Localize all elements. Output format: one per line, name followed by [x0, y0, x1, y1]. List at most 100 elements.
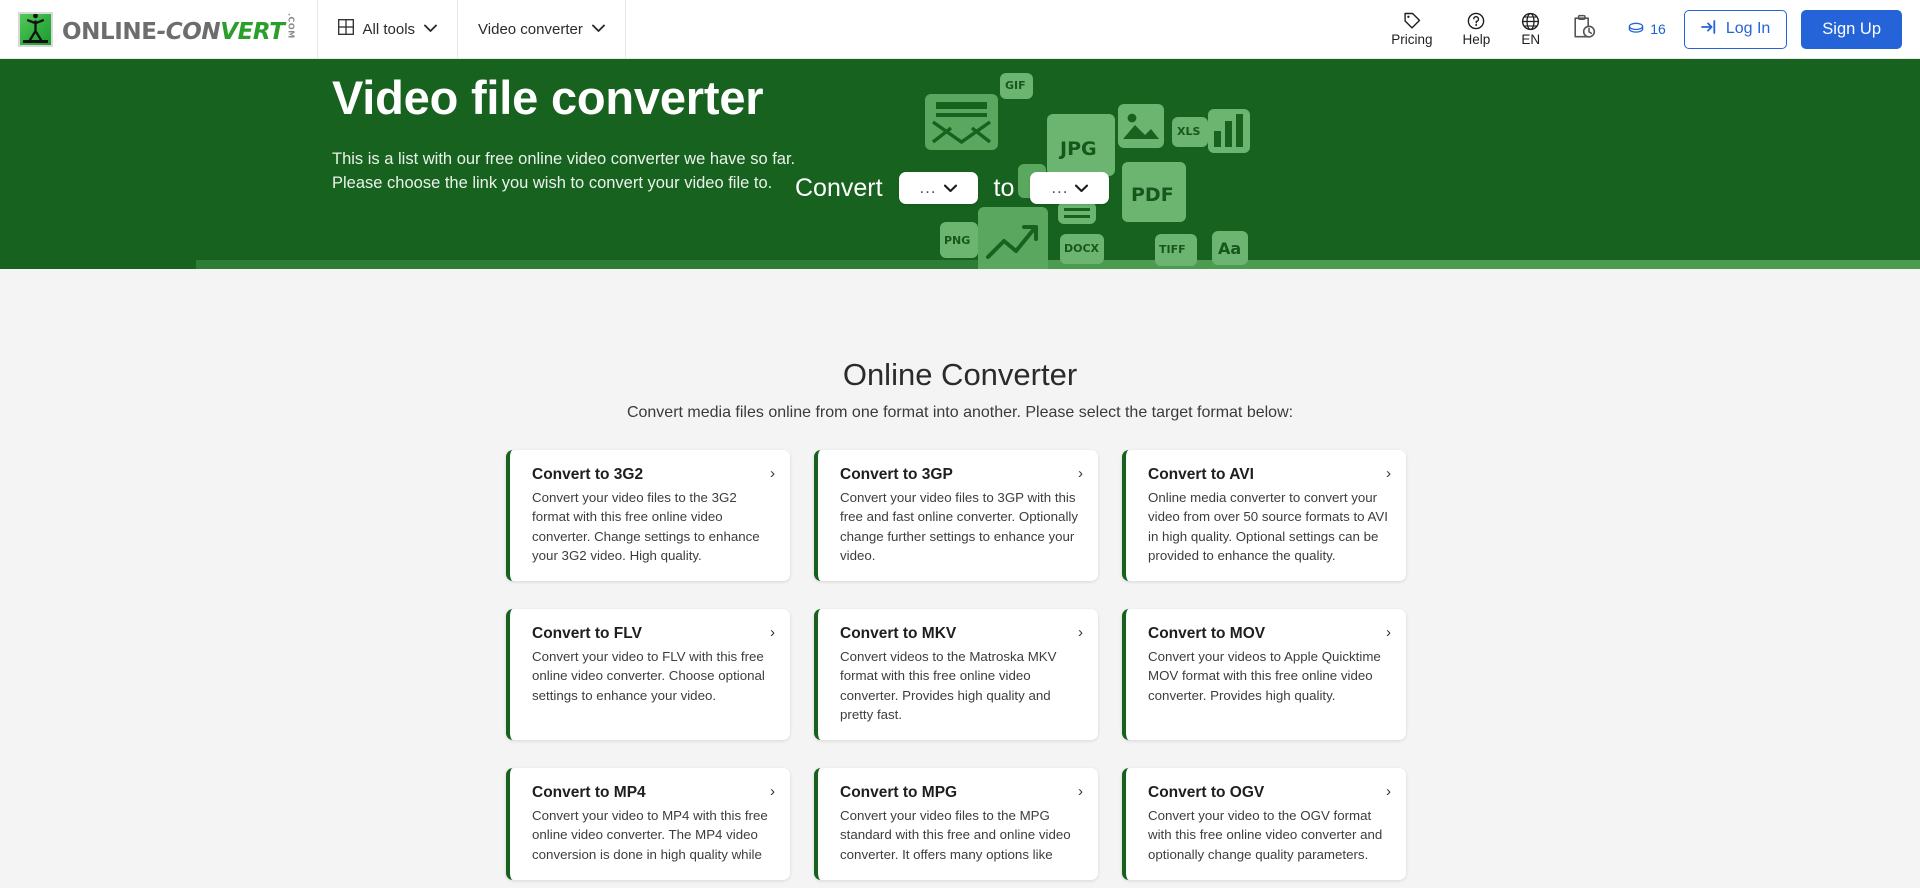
converter-card-title: Convert to MPG [840, 784, 958, 802]
coin-icon [1628, 21, 1644, 37]
logo-mark-icon [18, 11, 53, 47]
globe-icon [1521, 12, 1540, 31]
site-logo[interactable]: ONLINE - CON V ERT .COM [0, 0, 317, 58]
to-label: to [993, 173, 1015, 202]
logo-text-dash: - [156, 18, 167, 45]
convert-selector-row: Convert ... to ... [795, 172, 1110, 204]
header-actions: Pricing Help EN 16 Log In Sign Up [1376, 0, 1920, 58]
help-label: Help [1462, 31, 1491, 47]
aa-label: Aa [1218, 239, 1242, 258]
hero-title: Video file converter [332, 71, 764, 124]
converter-card[interactable]: Convert to MP4 Convert your video to MP4 … [506, 768, 790, 881]
converter-card-description: Convert your videos to Apple Quicktime M… [1148, 649, 1381, 703]
history-button[interactable] [1556, 0, 1612, 59]
tiff-file-icon: TIFF [1155, 234, 1197, 266]
converter-card-description: Convert your video to the OGV format wit… [1148, 808, 1383, 862]
nav-video-converter[interactable]: Video converter [458, 0, 625, 58]
converter-card-description: Convert your video files to the 3G2 form… [532, 490, 760, 563]
converter-card-title: Convert to MOV [1148, 625, 1266, 643]
credits-indicator[interactable]: 16 [1612, 21, 1680, 37]
login-label: Log In [1725, 20, 1771, 37]
converter-card-description: Online media converter to convert your v… [1148, 490, 1388, 563]
login-button[interactable]: Log In [1683, 9, 1788, 49]
logo-text-con: CON [165, 18, 221, 45]
png-label: PNG [944, 234, 971, 247]
hero-banner: GIF JPG XLS PDF PNG DOCX TIFF Aa Video f… [0, 59, 1920, 269]
trend-chart-icon [978, 207, 1048, 269]
convert-label: Convert [795, 173, 883, 202]
png-file-icon: PNG [940, 222, 978, 258]
pricing-button[interactable]: Pricing [1376, 0, 1447, 59]
logo-wordmark: ONLINE - CON V ERT .COM [62, 13, 296, 45]
converter-card[interactable]: Convert to FLV Convert your video to FLV … [506, 609, 790, 741]
chevron-right-icon: › [770, 624, 775, 642]
nav-video-converter-label: Video converter [478, 20, 583, 38]
question-circle-icon [1467, 12, 1485, 31]
converter-card[interactable]: Convert to MKV Convert videos to the Matr… [814, 609, 1098, 741]
chevron-right-icon: › [1386, 624, 1391, 642]
chevron-down-icon [424, 22, 437, 36]
credits-count: 16 [1650, 21, 1666, 37]
converter-card-description: Convert your video to MP4 with this free… [532, 808, 768, 862]
hero-subtitle-line2: Please choose the link you wish to conve… [332, 174, 773, 193]
login-arrow-icon [1700, 19, 1718, 40]
chevron-right-icon: › [1078, 624, 1083, 642]
logo-text-ert: ERT [237, 18, 285, 45]
converter-card-title: Convert to OGV [1148, 784, 1265, 802]
converter-card[interactable]: Convert to 3GP Convert your video files t… [814, 450, 1098, 582]
help-button[interactable]: Help [1447, 0, 1505, 59]
chevron-right-icon: › [1386, 465, 1391, 482]
converter-card[interactable]: Convert to 3G2 Convert your video files t… [506, 450, 790, 582]
target-format-value: ... [1051, 177, 1069, 197]
converter-card-description: Convert your video to FLV with this free… [532, 649, 765, 703]
chevron-down-icon [591, 22, 605, 36]
clipboard-clock-icon [1572, 14, 1596, 45]
converter-card[interactable]: Convert to OGV Convert your video to the … [1122, 768, 1406, 881]
chevron-right-icon: › [770, 465, 775, 482]
source-format-value: ... [919, 177, 937, 197]
converter-card-title: Convert to MKV [840, 625, 957, 643]
pricing-label: Pricing [1391, 31, 1433, 47]
tiff-label: TIFF [1159, 243, 1186, 256]
chevron-right-icon: › [1078, 465, 1083, 482]
signup-button[interactable]: Sign Up [1801, 9, 1902, 49]
top-header: ONLINE - CON V ERT .COM All tools Video conv… [0, 0, 1920, 59]
nav-all-tools[interactable]: All tools [318, 0, 458, 58]
lines-shape [1058, 202, 1096, 224]
chevron-down-icon [1075, 181, 1089, 196]
main-content: Online Converter Convert media files onl… [0, 269, 1920, 881]
chevron-right-icon: › [770, 783, 775, 801]
converter-card-description: Convert videos to the Matroska MKV forma… [840, 649, 1057, 722]
logo-text-online: ONLINE [62, 18, 157, 45]
language-selector[interactable]: EN [1506, 0, 1555, 59]
converter-card-description: Convert your video files to 3GP with thi… [840, 490, 1079, 563]
chevron-right-icon: › [1078, 783, 1083, 801]
tag-icon [1403, 12, 1421, 31]
logo-text-dotcom: .COM [286, 13, 296, 39]
converter-card[interactable]: Convert to MOV Convert your videos to App… [1122, 609, 1406, 741]
docx-label: DOCX [1064, 242, 1100, 255]
converter-card-description: Convert your video files to the MPG stan… [840, 808, 1071, 862]
page-subtitle: Convert media files online from one form… [626, 404, 1294, 421]
nav-all-tools-label: All tools [362, 20, 416, 38]
hero-subtitle-line1: This is a list with our free online vide… [332, 149, 796, 168]
font-file-icon: Aa [1212, 231, 1248, 265]
target-format-select[interactable]: ... [1030, 172, 1110, 204]
hero-subtitle: This is a list with our free online vide… [332, 147, 795, 196]
logo-text-v: V [220, 18, 238, 45]
converter-card-grid: Convert to 3G2 Convert your video files t… [506, 450, 1414, 881]
grid-icon [337, 19, 354, 39]
converter-card-title: Convert to AVI [1148, 466, 1254, 483]
chevron-right-icon: › [1386, 783, 1391, 801]
page-title: Online Converter [842, 357, 1078, 392]
signup-label: Sign Up [1822, 19, 1881, 38]
converter-card[interactable]: Convert to MPG Convert your video files t… [814, 768, 1098, 881]
converter-card[interactable]: Convert to AVI Online media converter to … [1122, 450, 1406, 582]
converter-card-title: Convert to FLV [532, 625, 642, 643]
source-format-select[interactable]: ... [898, 172, 978, 204]
language-label: EN [1521, 31, 1541, 47]
converter-card-title: Convert to 3G2 [532, 466, 644, 483]
converter-card-title: Convert to 3GP [840, 466, 953, 483]
converter-card-title: Convert to MP4 [532, 784, 646, 802]
chevron-down-icon [943, 181, 957, 196]
